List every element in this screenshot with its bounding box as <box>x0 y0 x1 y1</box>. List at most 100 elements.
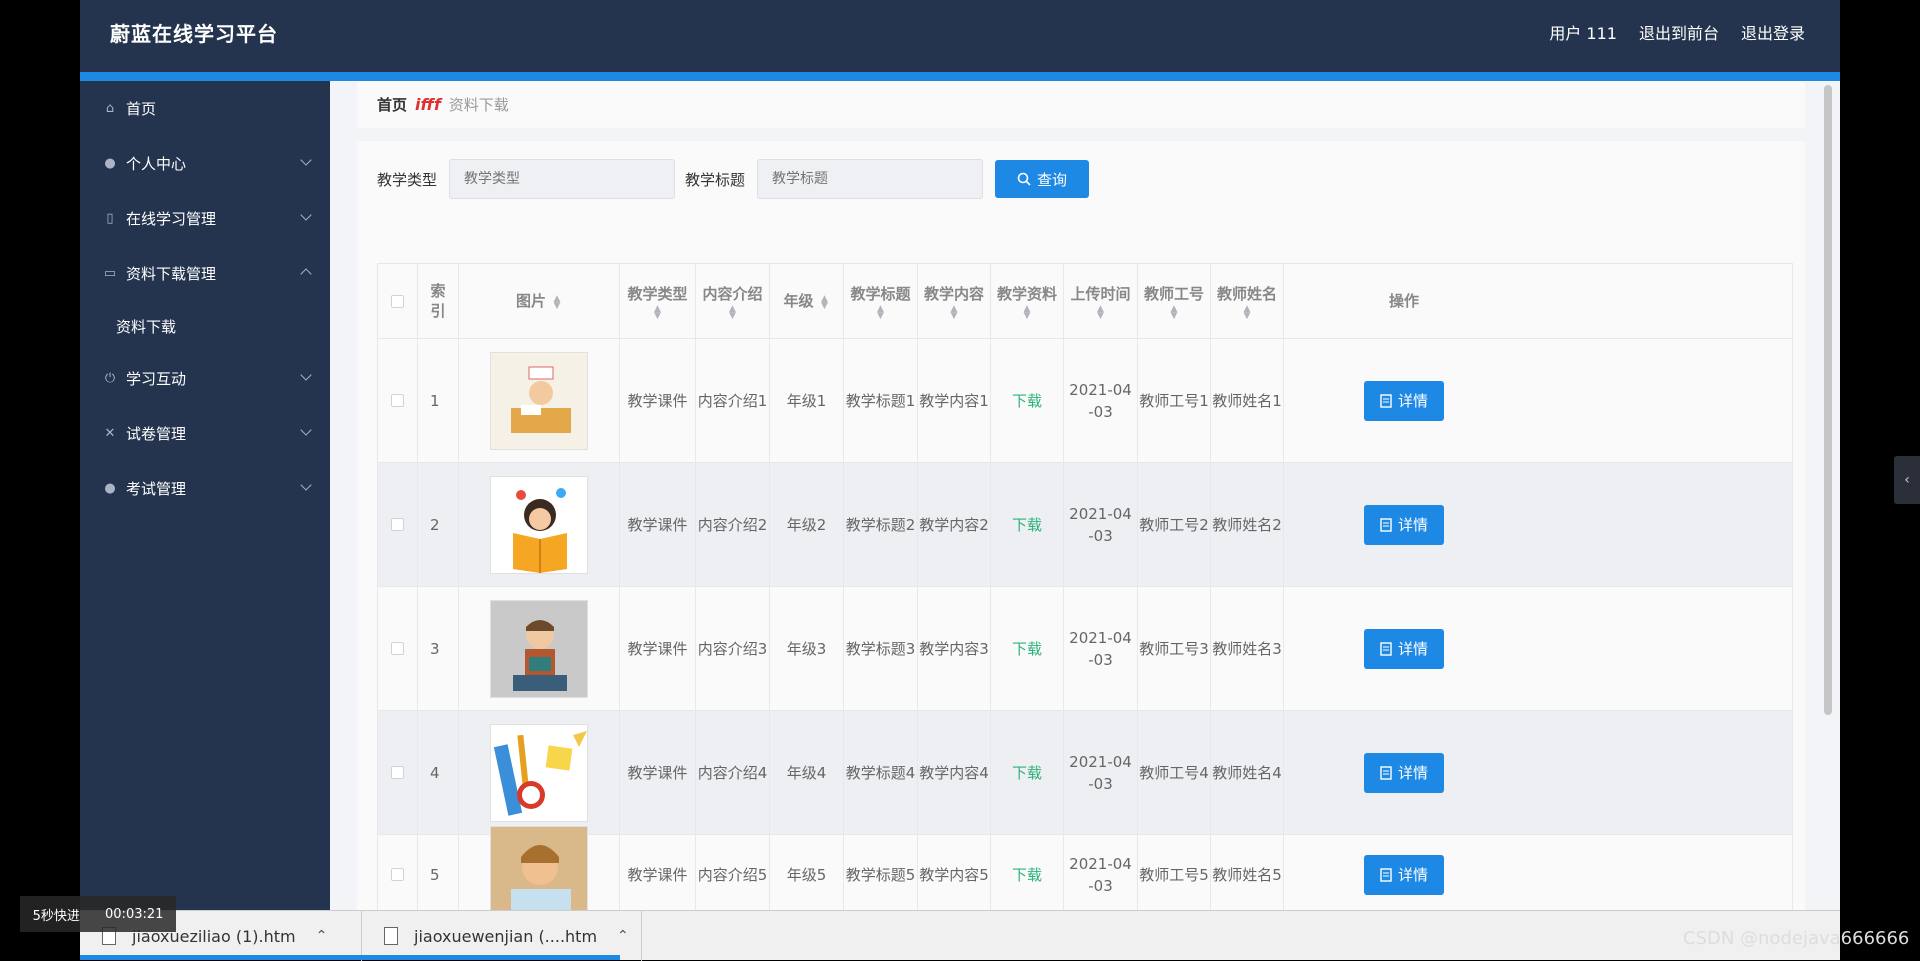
upload-date-cell: 2021-04-03 <box>1064 339 1138 462</box>
sidebar-item[interactable]: ▯ 在线学习管理 <box>80 191 330 246</box>
sort-icon[interactable]: ▲▼ <box>1242 304 1252 318</box>
column-header[interactable]: 内容介绍 ▲▼ <box>696 264 770 338</box>
logout-link[interactable]: 退出登录 <box>1741 20 1805 44</box>
teaching-title-cell: 教学标题5 <box>844 835 918 914</box>
teacher-name-cell: 教师姓名1 <box>1211 339 1284 462</box>
type-input[interactable] <box>449 159 676 199</box>
download-bar: jiaoxueziliao (1).htm ⌃ jiaoxuewenjian (… <box>80 910 1840 961</box>
column-header[interactable]: 教师工号 ▲▼ <box>1138 264 1211 338</box>
sort-icon[interactable]: ▲▼ <box>552 294 562 308</box>
teaching-type: 教学课件 <box>627 763 688 782</box>
sort-icon[interactable]: ▲▼ <box>1169 304 1179 318</box>
search-button[interactable]: 查询 <box>995 160 1090 198</box>
teaching-title-cell: 教学标题1 <box>844 339 918 462</box>
column-header[interactable]: 教学资料 ▲▼ <box>991 264 1064 338</box>
row-select-cell <box>378 835 418 914</box>
detail-button[interactable]: 详情 <box>1364 752 1444 793</box>
collapse-tab-icon[interactable]: ‹ <box>1894 456 1920 504</box>
teacher-id: 教师工号1 <box>1139 391 1209 410</box>
row-checkbox[interactable] <box>391 394 404 407</box>
title-input[interactable] <box>757 159 984 199</box>
content-intro-cell: 内容介绍2 <box>696 463 770 586</box>
download-link[interactable]: 下载 <box>1012 762 1042 784</box>
column-header-label: 操作 <box>1388 292 1419 310</box>
sort-icon[interactable]: ▲▼ <box>876 304 886 318</box>
column-header[interactable]: 教师姓名 ▲▼ <box>1211 264 1284 338</box>
search-button-label: 查询 <box>1037 170 1068 189</box>
teaching-title: 教学标题2 <box>845 515 916 534</box>
row-index: 1 <box>430 391 440 410</box>
row-checkbox[interactable] <box>391 766 404 779</box>
sort-icon[interactable]: ▲▼ <box>653 304 663 318</box>
chevron-up-icon[interactable]: ⌃ <box>316 928 328 944</box>
column-header[interactable]: 教学内容 ▲▼ <box>918 264 991 338</box>
sort-icon[interactable]: ▲▼ <box>949 304 959 318</box>
sort-icon[interactable]: ▲▼ <box>820 294 830 308</box>
sidebar-item[interactable]: ⏻ 学习互动 <box>80 351 330 406</box>
thumbnail-cell <box>459 825 620 924</box>
column-header[interactable]: 上传时间 ▲▼ <box>1064 264 1138 338</box>
sidebar-item[interactable]: ✕ 试卷管理 <box>80 406 330 461</box>
sidebar-item[interactable]: ● 个人中心 <box>80 136 330 191</box>
download-link[interactable]: 下载 <box>1012 864 1042 886</box>
table-row: 4 教学课件 内容介绍4 年级4 教学标题4 教学内容4 下载 2021-04-03 教师工号4… <box>377 711 1793 835</box>
column-header[interactable]: 教学标题 ▲▼ <box>844 264 918 338</box>
sidebar-item-label: 试卷管理 <box>126 425 187 443</box>
upload-date: 2021-04-03 <box>1069 752 1132 793</box>
teaching-title-cell: 教学标题3 <box>844 587 918 710</box>
sort-icon[interactable]: ▲▼ <box>1096 304 1106 318</box>
teacher-name-cell: 教师姓名4 <box>1211 711 1284 834</box>
content-intro-cell: 内容介绍1 <box>696 339 770 462</box>
detail-button[interactable]: 详情 <box>1364 628 1444 669</box>
breadcrumb-home[interactable]: 首页 <box>377 94 407 115</box>
content-panel: 教学类型 教学标题 查询 索引图片▲▼教学类型▲▼内容介绍▲▼年级▲▼教学标题▲… <box>357 141 1805 960</box>
type-label: 教学类型 <box>377 170 438 189</box>
header-links: 用户 111 退出到前台 退出登录 <box>1549 20 1805 44</box>
detail-button[interactable]: 详情 <box>1364 854 1444 895</box>
upload-date: 2021-04-03 <box>1069 504 1132 545</box>
row-checkbox[interactable] <box>391 868 404 881</box>
column-header-label: 教学类型 <box>627 285 688 303</box>
sidebar-item-label: 资料下载管理 <box>126 265 217 283</box>
sidebar-item[interactable]: ▭ 资料下载管理 <box>80 246 330 301</box>
content-intro: 内容介绍3 <box>697 639 768 658</box>
to-front-link[interactable]: 退出到前台 <box>1639 20 1719 44</box>
select-all-checkbox[interactable] <box>391 294 404 308</box>
sidebar-item[interactable]: ● 考试管理 <box>80 461 330 516</box>
user-icon: ● <box>104 481 116 496</box>
teaching-type-cell: 教学课件 <box>620 587 696 710</box>
detail-button[interactable]: 详情 <box>1364 504 1444 545</box>
download-link[interactable]: 下载 <box>1012 638 1042 660</box>
sidebar-item-label: 首页 <box>126 100 157 118</box>
teacher-name-cell: 教师姓名2 <box>1211 463 1284 586</box>
row-index: 5 <box>430 865 440 884</box>
action-cell: 详情 <box>1284 835 1524 914</box>
content-intro: 内容介绍2 <box>697 515 768 534</box>
column-header[interactable]: 教学类型 ▲▼ <box>620 264 696 338</box>
sort-icon[interactable]: ▲▼ <box>1022 304 1032 318</box>
power-icon: ⏻ <box>104 371 116 386</box>
teaching-content: 教学内容5 <box>919 865 989 884</box>
sidebar-subitem[interactable]: 资料下载 <box>80 301 330 351</box>
sidebar-item[interactable]: ⌂ 首页 <box>80 81 330 136</box>
row-checkbox[interactable] <box>391 518 404 531</box>
action-cell: 详情 <box>1284 711 1524 834</box>
row-checkbox[interactable] <box>391 642 404 655</box>
teaching-title-cell: 教学标题4 <box>844 711 918 834</box>
main-content: 首页 ifff 资料下载 教学类型 教学标题 查询 索引图片▲▼教学类型▲▼内容… <box>330 81 1840 960</box>
sort-icon[interactable]: ▲▼ <box>728 304 738 318</box>
detail-button[interactable]: 详情 <box>1364 380 1444 421</box>
content-intro: 内容介绍5 <box>697 865 768 884</box>
teaching-type-cell: 教学课件 <box>620 339 696 462</box>
download-link[interactable]: 下载 <box>1012 514 1042 536</box>
thumbnail-image <box>490 351 588 450</box>
download-item[interactable]: jiaoxuewenjian (....htm ⌃ <box>362 911 642 961</box>
user-name[interactable]: 用户 111 <box>1549 20 1617 44</box>
download-link[interactable]: 下载 <box>1012 390 1042 412</box>
scrollbar[interactable] <box>1824 85 1832 715</box>
column-header[interactable]: 年级 ▲▼ <box>770 264 844 338</box>
column-header[interactable]: 图片 ▲▼ <box>459 264 620 338</box>
table-header: 索引 图片 ▲▼ 教学类型 ▲▼ 内容介绍 ▲▼ 年级 ▲▼ 教学标题 ▲▼ 教学内容 ▲▼ 教学资料 ▲▼… <box>377 263 1793 339</box>
video-progress-bar[interactable] <box>80 955 620 960</box>
chevron-up-icon[interactable]: ⌃ <box>617 928 629 944</box>
